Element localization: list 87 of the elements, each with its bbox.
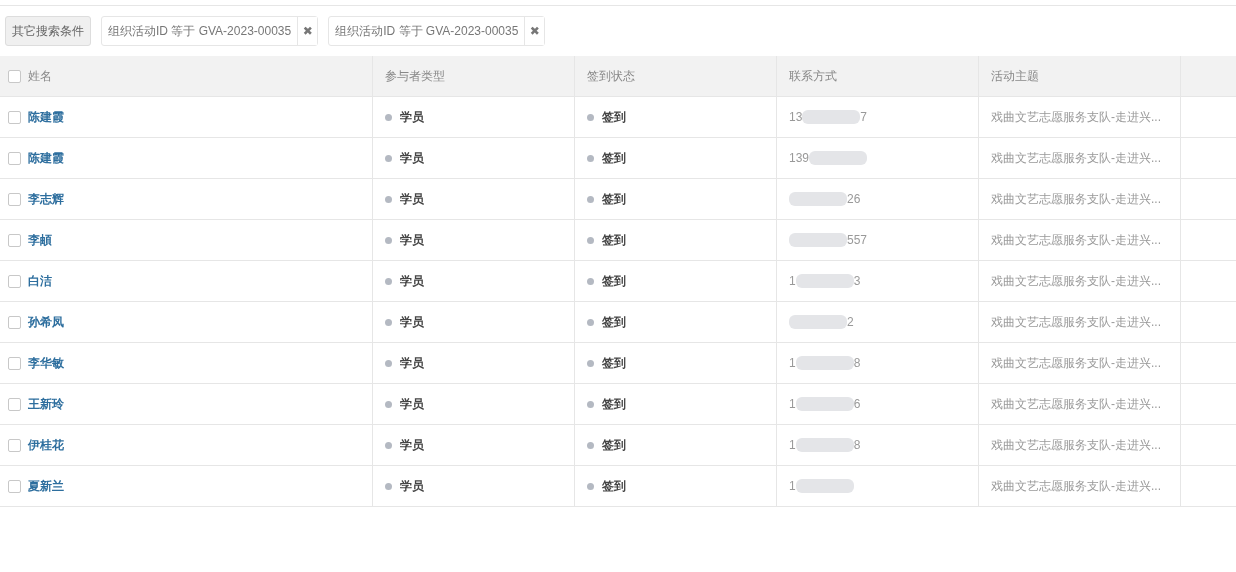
table-cell: 学员 (400, 395, 424, 413)
checkbox[interactable] (8, 274, 21, 288)
table-cell: 学员 (400, 108, 424, 126)
phone-fragment: 3 (853, 274, 861, 288)
checkbox[interactable] (8, 192, 21, 206)
table-cell: 戏曲文艺志愿服务支队-走进兴... (991, 272, 1161, 290)
phone-fragment: 2 (847, 315, 854, 329)
table-cell: 戏曲文艺志愿服务支队-走进兴... (991, 190, 1161, 208)
name-link[interactable]: 陈建霞 (28, 149, 64, 167)
redaction-block (795, 397, 854, 411)
name-link[interactable]: 李华敏 (28, 354, 64, 372)
redaction-block (795, 479, 854, 493)
table-cell: 戏曲文艺志愿服务支队-走进兴... (991, 395, 1161, 413)
checkbox[interactable] (8, 397, 21, 411)
table-cell: 学员 (400, 231, 424, 249)
more-filters-button[interactable]: 其它搜索条件 (5, 16, 91, 46)
phone-fragment: 8 (853, 438, 861, 452)
phone-fragment: 1 (789, 438, 796, 452)
redaction-block (795, 356, 854, 370)
name-link[interactable]: 夏新兰 (28, 477, 64, 495)
table-cell: 签到 (602, 477, 626, 495)
table-cell: 学员 (400, 149, 424, 167)
phone-fragment: 557 (847, 233, 868, 247)
redaction-block (809, 151, 868, 165)
phone-fragment: 1 (789, 274, 796, 288)
table-cell: 签到 (602, 108, 626, 126)
table-cell: 戏曲文艺志愿服务支队-走进兴... (991, 149, 1161, 167)
table-cell: 签到 (602, 354, 626, 372)
table-cell: 签到 (602, 149, 626, 167)
table-cell: 戏曲文艺志愿服务支队-走进兴... (991, 354, 1161, 372)
checkbox[interactable] (8, 151, 21, 165)
table-cell: 签到 (602, 395, 626, 413)
redaction-block (789, 233, 847, 247)
phone-fragment: 26 (847, 192, 861, 206)
column-header: 联系方式 (777, 56, 979, 97)
phone-fragment: 139 (789, 151, 810, 165)
name-link[interactable]: 孙希凤 (28, 313, 64, 331)
table-cell: 签到 (602, 272, 626, 290)
phone-fragment: 7 (860, 110, 868, 124)
name-link[interactable]: 陈建霞 (28, 108, 64, 126)
name-link[interactable]: 伊桂花 (28, 436, 64, 454)
filter-label: 组织活动ID 等于 GVA-2023-00035 (107, 22, 293, 40)
table-cell: 戏曲文艺志愿服务支队-走进兴... (991, 108, 1161, 126)
redaction-block (789, 192, 847, 206)
column-header: 参与者类型 (373, 56, 575, 97)
redaction-block (802, 110, 861, 124)
remove-filter-button[interactable]: ✖ (297, 17, 318, 45)
name-link[interactable]: 李頔 (28, 231, 52, 249)
column-header: 活动主题 (979, 56, 1181, 97)
table-cell: 戏曲文艺志愿服务支队-走进兴... (991, 436, 1161, 454)
remove-filter-button[interactable]: ✖ (524, 17, 545, 45)
checkbox[interactable] (8, 315, 21, 329)
table-cell: 签到 (602, 313, 626, 331)
checkbox[interactable] (8, 233, 21, 247)
filter-label: 组织活动ID 等于 GVA-2023-00035 (334, 22, 520, 40)
name-link[interactable]: 白洁 (28, 272, 52, 290)
phone-fragment: 8 (853, 356, 861, 370)
phone-fragment: 13 (789, 110, 803, 124)
phone-fragment: 1 (789, 356, 796, 370)
name-link[interactable]: 李志辉 (28, 190, 64, 208)
column-header: 姓名 (28, 67, 52, 85)
table-cell: 签到 (602, 436, 626, 454)
table-cell: 戏曲文艺志愿服务支队-走进兴... (991, 231, 1161, 249)
table-cell: 学员 (400, 436, 424, 454)
phone-fragment: 1 (789, 397, 796, 411)
checkbox[interactable] (8, 438, 21, 452)
table-cell: 戏曲文艺志愿服务支队-走进兴... (991, 477, 1161, 495)
redaction-block (795, 274, 854, 288)
redaction-block (789, 315, 847, 329)
name-link[interactable]: 王新玲 (28, 395, 64, 413)
table-cell: 戏曲文艺志愿服务支队-走进兴... (991, 313, 1161, 331)
column-header: 签到状态 (575, 56, 777, 97)
table-cell: 学员 (400, 190, 424, 208)
checkbox[interactable] (8, 479, 21, 493)
checkbox[interactable] (8, 69, 21, 83)
redaction-block (795, 438, 854, 452)
checkbox[interactable] (8, 110, 21, 124)
table-cell: 学员 (400, 313, 424, 331)
checkbox[interactable] (8, 356, 21, 370)
table-cell: 签到 (602, 231, 626, 249)
phone-fragment: 6 (853, 397, 861, 411)
table-cell: 学员 (400, 354, 424, 372)
phone-fragment: 1 (789, 479, 796, 493)
table-cell: 学员 (400, 272, 424, 290)
table-cell: 学员 (400, 477, 424, 495)
table-cell: 签到 (602, 190, 626, 208)
header-cell (1181, 56, 1236, 97)
